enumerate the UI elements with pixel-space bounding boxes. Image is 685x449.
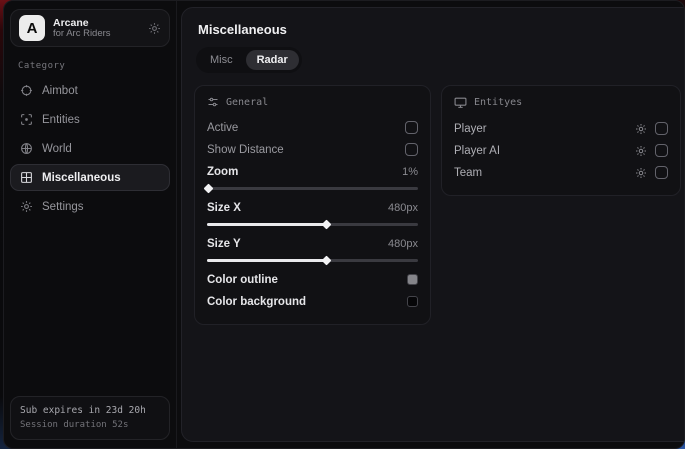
sidebar-item-settings[interactable]: Settings: [10, 193, 170, 220]
slider-handle[interactable]: [322, 256, 332, 266]
gear-icon[interactable]: [148, 22, 161, 35]
main-area: Miscellaneous Misc Radar General Active: [177, 1, 685, 448]
setting-label: Active: [207, 122, 238, 134]
size-y-slider[interactable]: [207, 256, 418, 265]
zoom-slider[interactable]: [207, 184, 418, 193]
entity-row-player-ai: Player AI: [454, 140, 668, 161]
setting-label: Color outline: [207, 274, 278, 286]
entities-card-title: Entityes: [474, 97, 522, 108]
entity-row-team: Team: [454, 162, 668, 183]
category-label: Category: [18, 61, 170, 71]
sidebar-item-world[interactable]: World: [10, 135, 170, 162]
general-card-title: General: [226, 97, 268, 108]
zoom-value: 1%: [402, 166, 418, 178]
cards-row: General Active Show Distance Zoom 1%: [194, 85, 681, 325]
gear-icon[interactable]: [635, 145, 647, 157]
globe-icon: [20, 142, 33, 155]
sidebar-item-miscellaneous[interactable]: Miscellaneous: [10, 164, 170, 191]
profile-card: A Arcane for Arc Riders: [10, 9, 170, 47]
size-y-value: 480px: [388, 238, 418, 250]
gear-icon[interactable]: [635, 123, 647, 135]
entity-label: Player: [454, 123, 487, 135]
entity-label: Player AI: [454, 145, 500, 157]
color-background-swatch[interactable]: [407, 296, 418, 307]
crosshair-icon: [20, 84, 33, 97]
slider-handle[interactable]: [322, 220, 332, 230]
size-x-slider[interactable]: [207, 220, 418, 229]
sliders-icon: [207, 96, 219, 108]
player-checkbox[interactable]: [655, 122, 668, 135]
setting-label: Size Y: [207, 238, 241, 250]
app-name: Arcane: [53, 17, 140, 29]
sidebar: A Arcane for Arc Riders Category Aimbot: [4, 1, 177, 448]
sidebar-item-label: Miscellaneous: [42, 172, 121, 184]
sidebar-item-label: World: [42, 143, 72, 155]
entities-icon: [20, 113, 33, 126]
setting-label: Size X: [207, 202, 241, 214]
slider-handle[interactable]: [204, 184, 214, 194]
size-x-value: 480px: [388, 202, 418, 214]
entity-label: Team: [454, 167, 482, 179]
active-checkbox[interactable]: [405, 121, 418, 134]
grid-icon: [20, 171, 33, 184]
monitor-icon: [454, 96, 467, 109]
setting-row-color-background: Color background: [207, 291, 418, 312]
page-title: Miscellaneous: [198, 22, 681, 37]
entities-card: Entityes Player Player AI: [441, 85, 681, 196]
app-logo: A: [19, 15, 45, 41]
sub-expires-text: Sub expires in 23d 20h: [20, 404, 160, 418]
sidebar-nav: Aimbot Entities World Miscellaneous: [10, 77, 170, 220]
setting-row-size-x: Size X 480px: [207, 197, 418, 218]
player-ai-checkbox[interactable]: [655, 144, 668, 157]
sidebar-item-label: Settings: [42, 201, 84, 213]
setting-label: Zoom: [207, 166, 238, 178]
app-subtitle: for Arc Riders: [53, 29, 140, 40]
subscription-info-card: Sub expires in 23d 20h Session duration …: [10, 396, 170, 440]
gear-icon[interactable]: [635, 167, 647, 179]
general-card: General Active Show Distance Zoom 1%: [194, 85, 431, 325]
setting-label: Show Distance: [207, 144, 284, 156]
color-outline-swatch[interactable]: [407, 274, 418, 285]
sidebar-item-label: Entities: [42, 114, 80, 126]
gear-icon: [20, 200, 33, 213]
session-duration-text: Session duration 52s: [20, 419, 160, 433]
setting-label: Color background: [207, 296, 306, 308]
setting-row-show-distance: Show Distance: [207, 139, 418, 160]
tab-bar: Misc Radar: [196, 47, 302, 73]
tab-misc[interactable]: Misc: [199, 50, 244, 70]
entity-row-player: Player: [454, 118, 668, 139]
show-distance-checkbox[interactable]: [405, 143, 418, 156]
app-window: A Arcane for Arc Riders Category Aimbot: [3, 0, 685, 449]
content-panel: Miscellaneous Misc Radar General Active: [181, 7, 685, 442]
tab-radar[interactable]: Radar: [246, 50, 299, 70]
setting-row-active: Active: [207, 117, 418, 138]
setting-row-zoom: Zoom 1%: [207, 161, 418, 182]
sidebar-item-aimbot[interactable]: Aimbot: [10, 77, 170, 104]
team-checkbox[interactable]: [655, 166, 668, 179]
sidebar-item-entities[interactable]: Entities: [10, 106, 170, 133]
sidebar-item-label: Aimbot: [42, 85, 78, 97]
setting-row-color-outline: Color outline: [207, 269, 418, 290]
setting-row-size-y: Size Y 480px: [207, 233, 418, 254]
